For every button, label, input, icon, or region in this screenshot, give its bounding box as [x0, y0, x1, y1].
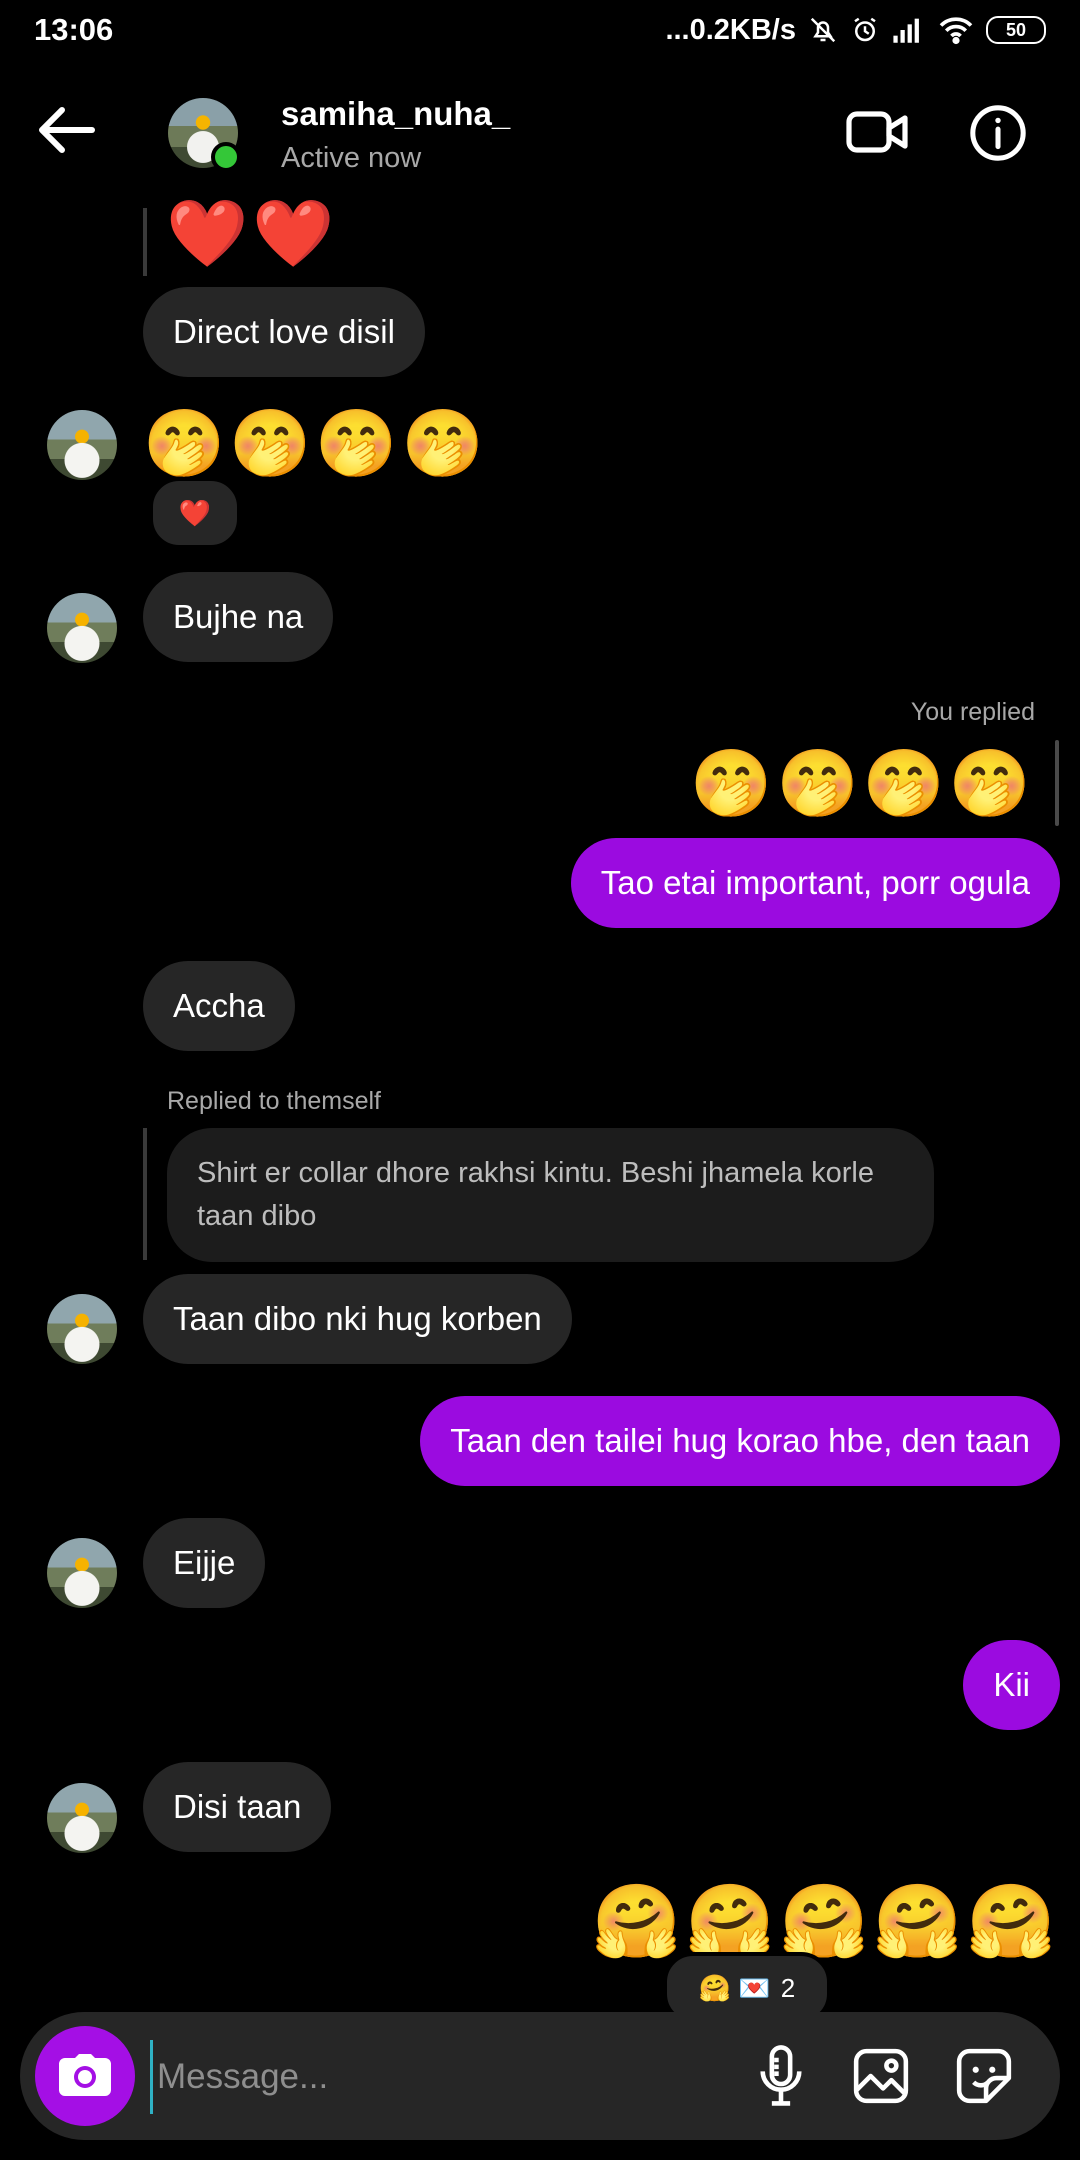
scroll-indicator[interactable]: [1055, 740, 1059, 826]
replied-to-label: Replied to themself: [167, 1087, 382, 1115]
message-outgoing[interactable]: Tao etai important, porr ogula: [570, 838, 1060, 928]
status-time: 13:06: [34, 12, 114, 47]
chat-username[interactable]: samiha_nuha_: [281, 95, 510, 133]
reaction-heart: ❤️: [178, 497, 212, 528]
video-call-button[interactable]: [845, 104, 909, 160]
reaction-count: 2: [780, 1972, 796, 2003]
back-arrow-icon: [39, 107, 95, 153]
avatar[interactable]: [47, 1294, 117, 1364]
microphone-icon: [760, 2045, 802, 2106]
avatar[interactable]: [47, 410, 117, 480]
replied-quote[interactable]: Shirt er collar dhore rakhsi kintu. Besh…: [167, 1128, 934, 1262]
battery-level: 50: [1005, 19, 1027, 40]
wifi-icon: [939, 17, 973, 45]
message-incoming[interactable]: Eijje: [143, 1518, 266, 1608]
emoji-message-outgoing[interactable]: 🤭🤭🤭🤭: [690, 750, 1035, 816]
mute-bell-icon: [810, 17, 836, 43]
hearts-message[interactable]: ❤️❤️: [166, 200, 338, 266]
avatar[interactable]: [47, 1783, 117, 1853]
avatar[interactable]: [47, 593, 117, 663]
back-button[interactable]: [36, 102, 106, 162]
avatar[interactable]: [47, 1538, 117, 1608]
status-right: ...0.2KB/s 50: [665, 10, 1046, 50]
camera-icon: [59, 2054, 111, 2096]
gallery-icon: [853, 2048, 909, 2104]
emoji-message[interactable]: 🤭🤭🤭🤭: [143, 410, 488, 476]
reply-indicator-bar: [143, 208, 147, 276]
message-outgoing[interactable]: Kii: [963, 1640, 1060, 1730]
camera-button[interactable]: [35, 2026, 135, 2126]
status-bar: 13:06 ...0.2KB/s 50: [0, 0, 1080, 62]
voice-message-button[interactable]: [745, 2040, 817, 2112]
message-incoming[interactable]: Accha: [143, 961, 295, 1051]
network-speed: ...0.2KB/s: [665, 13, 796, 46]
info-icon: [970, 105, 1026, 161]
info-button[interactable]: [967, 102, 1029, 164]
reaction-emojis: 🤗 💌: [698, 1972, 771, 2003]
message-input[interactable]: [150, 2040, 719, 2114]
chat-active-status: Active now: [281, 142, 422, 174]
chat-header: samiha_nuha_ Active now: [0, 62, 1080, 212]
sticker-icon: [956, 2048, 1012, 2104]
message-reaction[interactable]: ❤️: [149, 477, 241, 549]
battery-icon: 50: [986, 16, 1046, 44]
sticker-button[interactable]: [948, 2040, 1020, 2112]
message-incoming[interactable]: Bujhe na: [143, 572, 334, 662]
you-replied-label: You replied: [910, 698, 1035, 726]
emoji-message-outgoing[interactable]: 🤗🤗🤗🤗🤗: [592, 1886, 1060, 1958]
gallery-button[interactable]: [845, 2040, 917, 2112]
reply-indicator-bar: [143, 1128, 147, 1260]
signal-icon: [893, 18, 919, 43]
video-call-icon: [846, 111, 908, 153]
message-incoming[interactable]: Taan dibo nki hug korben: [143, 1274, 572, 1364]
online-indicator: [211, 142, 241, 172]
message-outgoing[interactable]: Taan den tailei hug korao hbe, den taan: [420, 1396, 1060, 1486]
alarm-icon: [854, 17, 876, 42]
message-incoming[interactable]: Direct love disil: [143, 287, 425, 377]
message-incoming[interactable]: Disi taan: [143, 1762, 332, 1852]
